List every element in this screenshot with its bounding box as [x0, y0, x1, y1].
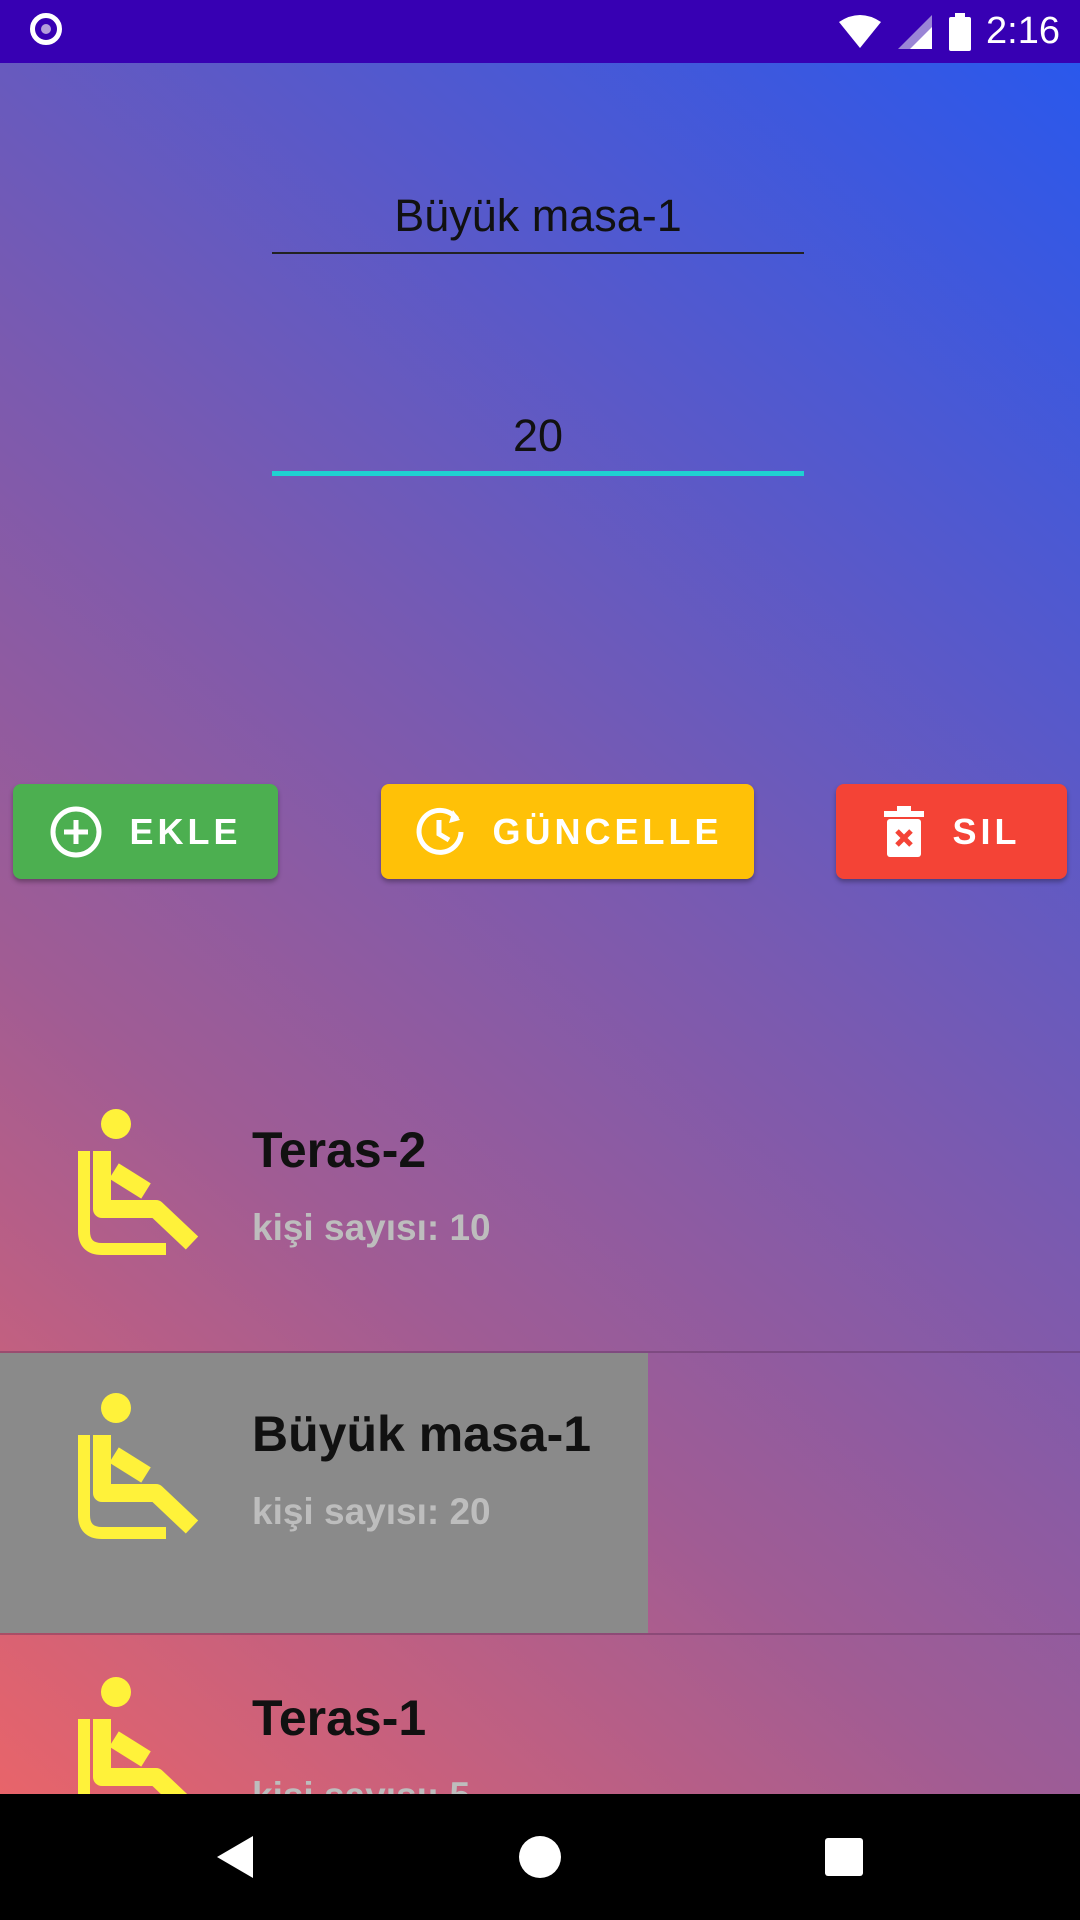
signal-icon [898, 14, 933, 49]
app-notification-icon [30, 13, 62, 45]
status-time: 2:16 [986, 10, 1060, 52]
battery-icon [949, 12, 972, 51]
back-icon[interactable] [215, 1834, 255, 1880]
home-icon[interactable] [518, 1835, 562, 1879]
add-button[interactable]: EKLE [13, 784, 278, 879]
delete-button[interactable]: SIL [836, 784, 1067, 879]
update-clock-icon [416, 807, 463, 855]
seat-icon [78, 1677, 188, 1794]
seat-icon [78, 1393, 199, 1539]
add-circle-icon [50, 806, 102, 857]
list-item-selected[interactable]: Büyük masa-1 kişi sayısı: 20 [0, 1353, 1080, 1635]
list-item[interactable]: Teras-1 kişi sayısı: 5 [0, 1637, 1080, 1794]
table-capacity: kişi sayısı: 10 [252, 1207, 491, 1248]
recents-icon[interactable] [824, 1837, 864, 1877]
table-name-underline [272, 252, 804, 254]
add-button-label: EKLE [129, 810, 242, 852]
main-content: Büyük masa-1 20 EKLE GÜNCELLE SIL Teras-… [0, 63, 1080, 1794]
wifi-icon [839, 14, 882, 48]
list-item[interactable]: Teras-2 kişi sayısı: 10 [0, 1069, 1080, 1351]
table-name: Büyük masa-1 [252, 1406, 592, 1462]
status-bar: 2:16 [0, 0, 1080, 63]
table-name: Teras-1 [252, 1690, 427, 1746]
row-divider [0, 1633, 1080, 1635]
table-capacity: kişi sayısı: 20 [252, 1491, 491, 1532]
update-button-label: GÜNCELLE [492, 810, 723, 852]
capacity-underline [272, 471, 804, 476]
table-name: Teras-2 [252, 1122, 427, 1178]
delete-trash-icon [884, 805, 925, 857]
seat-icon [78, 1109, 199, 1255]
capacity-field[interactable]: 20 [272, 410, 804, 462]
table-name-field[interactable]: Büyük masa-1 [272, 190, 804, 242]
update-button[interactable]: GÜNCELLE [381, 784, 754, 879]
table-capacity: kişi sayısı: 5 [252, 1775, 470, 1794]
navigation-bar [0, 1794, 1080, 1920]
delete-button-label: SIL [952, 810, 1021, 852]
